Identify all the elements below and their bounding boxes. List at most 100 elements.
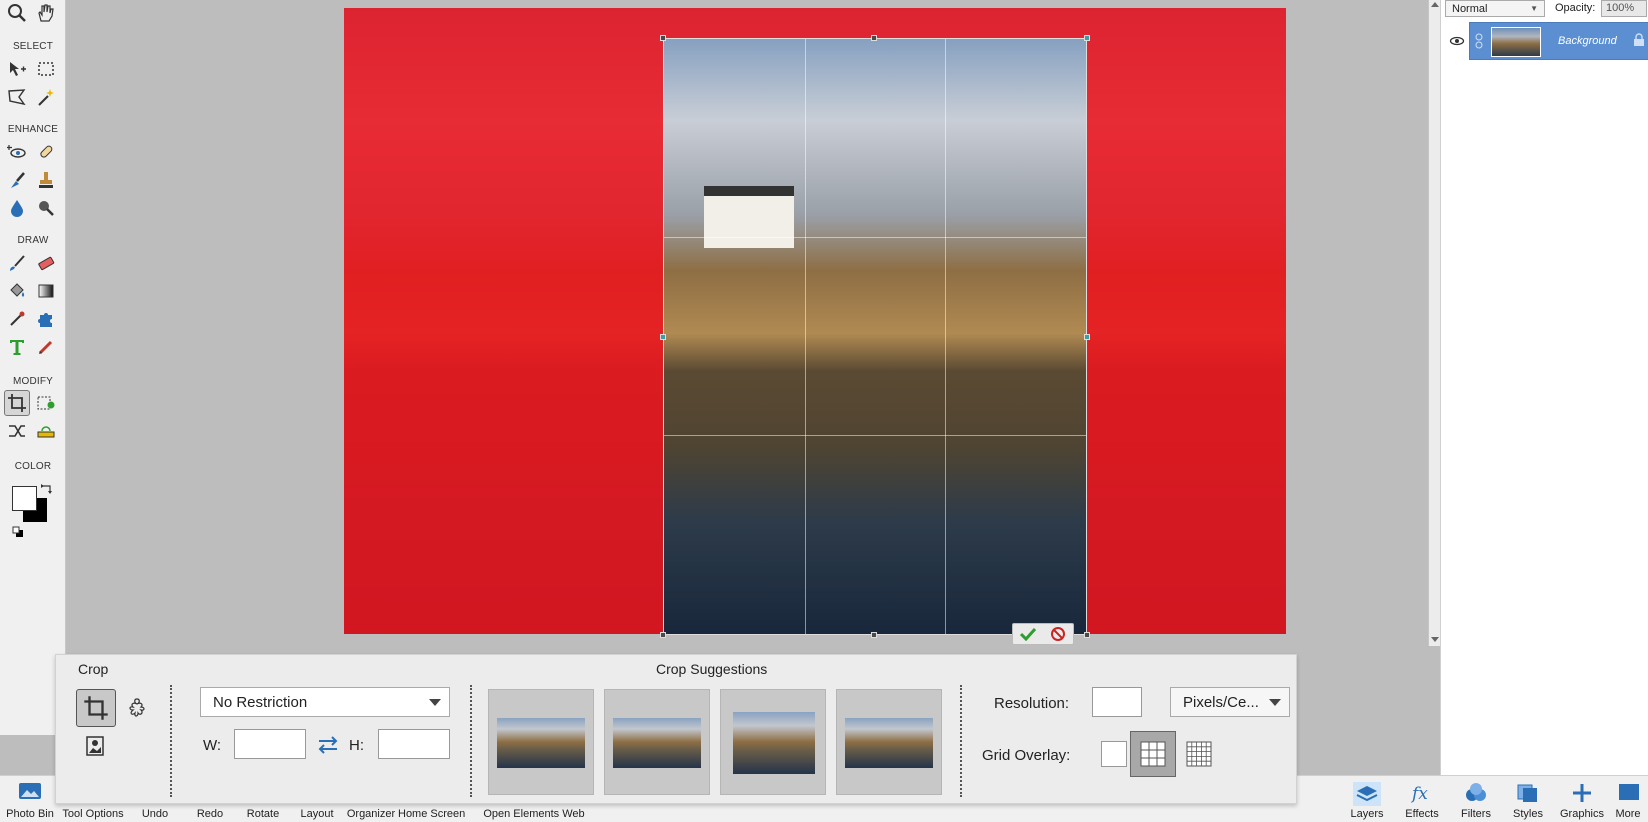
default-colors-icon[interactable] bbox=[12, 526, 24, 538]
paint-bucket-icon[interactable] bbox=[4, 278, 30, 304]
crop-suggestion-thumbnail bbox=[733, 712, 815, 774]
plus-icon bbox=[1573, 784, 1591, 802]
sponge-tool-icon[interactable] bbox=[33, 195, 59, 221]
styles-icon bbox=[1517, 784, 1537, 802]
crop-suggestion-3[interactable] bbox=[720, 689, 826, 795]
canvas-vertical-scrollbar[interactable] bbox=[1428, 0, 1440, 646]
rule-of-thirds-grid-icon bbox=[1140, 741, 1166, 767]
crop-suggestion-4[interactable] bbox=[836, 689, 942, 795]
crop-suggestion-2[interactable] bbox=[604, 689, 710, 795]
scroll-down-icon[interactable] bbox=[1431, 637, 1439, 642]
crop-mode-button[interactable] bbox=[76, 689, 116, 727]
crop-grid-line bbox=[664, 435, 1086, 437]
layer-link-icon[interactable] bbox=[1474, 33, 1484, 49]
custom-shape-icon[interactable] bbox=[33, 306, 59, 332]
opacity-input[interactable]: 100% bbox=[1601, 0, 1647, 17]
foreground-color-swatch[interactable] bbox=[12, 486, 37, 511]
lasso-tool-icon[interactable] bbox=[4, 84, 30, 110]
fx-effects-icon: fx bbox=[1410, 784, 1428, 804]
crop-tool-icon[interactable] bbox=[4, 390, 30, 416]
crop-handle-left[interactable] bbox=[660, 334, 666, 340]
crop-commit-bar bbox=[1012, 623, 1074, 645]
crop-suggestions-title: Crop Suggestions bbox=[656, 661, 768, 677]
layer-lock-icon[interactable] bbox=[1632, 33, 1646, 47]
crop-handle-top-right[interactable] bbox=[1084, 35, 1090, 41]
tool-options-title: Crop bbox=[78, 661, 109, 677]
crop-suggestion-1[interactable] bbox=[488, 689, 594, 795]
grid-overlay-thirds-button[interactable] bbox=[1130, 731, 1176, 777]
clone-stamp-icon[interactable] bbox=[33, 167, 59, 193]
crop-icon bbox=[84, 696, 108, 720]
pencil-tool-icon[interactable] bbox=[33, 334, 59, 360]
crop-shield-top bbox=[664, 8, 1087, 38]
cancel-crop-icon[interactable] bbox=[1043, 624, 1073, 644]
layers-button[interactable]: Layers bbox=[1340, 776, 1394, 822]
divider bbox=[170, 685, 172, 797]
blur-tool-icon[interactable] bbox=[4, 195, 30, 221]
redo-label: Redo bbox=[196, 808, 224, 820]
eraser-tool-icon[interactable] bbox=[33, 250, 59, 276]
crop-grid-line bbox=[804, 39, 806, 634]
grid-overlay-fine-button[interactable] bbox=[1176, 731, 1222, 777]
crop-handle-top[interactable] bbox=[871, 35, 877, 41]
type-tool-icon[interactable] bbox=[4, 334, 30, 360]
chevron-down-icon bbox=[1269, 699, 1281, 706]
cookie-cutter-button[interactable] bbox=[122, 693, 152, 723]
canvas-area[interactable] bbox=[67, 0, 1428, 646]
layers-panel: Normal ▼ Opacity: 100% Background bbox=[1440, 0, 1648, 775]
content-aware-move-icon[interactable] bbox=[4, 418, 30, 444]
width-input[interactable] bbox=[234, 729, 306, 759]
photo-bin-button[interactable]: Photo Bin bbox=[0, 776, 60, 822]
layer-row-background[interactable]: Background bbox=[1469, 22, 1648, 60]
styles-label: Styles bbox=[1513, 808, 1543, 820]
magic-wand-icon[interactable] bbox=[33, 84, 59, 110]
gradient-tool-icon[interactable] bbox=[33, 278, 59, 304]
commit-crop-check-icon[interactable] bbox=[1013, 624, 1043, 644]
blend-mode-select[interactable]: Normal ▼ bbox=[1445, 0, 1545, 17]
crop-handle-bottom[interactable] bbox=[871, 632, 877, 638]
marquee-tool-icon[interactable] bbox=[33, 56, 59, 82]
scroll-up-icon[interactable] bbox=[1431, 2, 1439, 7]
styles-button[interactable]: Styles bbox=[1502, 776, 1554, 822]
modify-section-label: MODIFY bbox=[12, 376, 54, 387]
crop-handle-bottom-right[interactable] bbox=[1084, 632, 1090, 638]
brush-tool-icon[interactable] bbox=[4, 250, 30, 276]
aspect-ratio-select[interactable]: No Restriction bbox=[200, 687, 450, 717]
effects-button[interactable]: fx Effects bbox=[1396, 776, 1448, 822]
smart-brush-icon[interactable] bbox=[4, 167, 30, 193]
layer-name: Background bbox=[1558, 35, 1617, 47]
crop-handle-bottom-left[interactable] bbox=[660, 632, 666, 638]
eyedropper-icon[interactable] bbox=[4, 306, 30, 332]
divider bbox=[960, 685, 962, 797]
layer-visibility-eye-icon[interactable] bbox=[1449, 33, 1465, 49]
effects-label: Effects bbox=[1405, 808, 1439, 820]
swap-dimensions-icon[interactable] bbox=[316, 735, 340, 755]
undo-label: Undo bbox=[141, 808, 169, 820]
graphics-button[interactable]: Graphics bbox=[1556, 776, 1608, 822]
resolution-input[interactable] bbox=[1092, 687, 1142, 717]
resolution-label: Resolution: bbox=[994, 695, 1070, 712]
move-tool-icon[interactable] bbox=[4, 56, 30, 82]
open-elements-web-label: Open Elements Web bbox=[483, 808, 585, 820]
fine-grid-icon bbox=[1186, 741, 1212, 767]
crop-bounding-box[interactable] bbox=[660, 35, 1090, 638]
height-input[interactable] bbox=[378, 729, 450, 759]
perspective-crop-button[interactable] bbox=[80, 731, 110, 761]
tool-options-label: Tool Options bbox=[62, 808, 124, 820]
hand-tool-icon[interactable] bbox=[32, 0, 58, 26]
resolution-units-select[interactable]: Pixels/Ce... bbox=[1170, 687, 1290, 717]
resolution-units-value: Pixels/Ce... bbox=[1183, 694, 1259, 711]
straighten-tool-icon[interactable] bbox=[33, 418, 59, 444]
spot-healing-icon[interactable] bbox=[33, 139, 59, 165]
recompose-tool-icon[interactable] bbox=[33, 390, 59, 416]
crop-handle-top-left[interactable] bbox=[660, 35, 666, 41]
more-button[interactable]: More bbox=[1608, 776, 1648, 822]
color-section-label: COLOR bbox=[14, 461, 52, 472]
swap-colors-icon[interactable] bbox=[40, 483, 54, 497]
no-grid-icon bbox=[1101, 741, 1127, 767]
red-eye-tool-icon[interactable] bbox=[4, 139, 30, 165]
filters-label: Filters bbox=[1461, 808, 1491, 820]
crop-handle-right[interactable] bbox=[1084, 334, 1090, 340]
filters-button[interactable]: Filters bbox=[1450, 776, 1502, 822]
zoom-tool-icon[interactable] bbox=[4, 0, 30, 26]
